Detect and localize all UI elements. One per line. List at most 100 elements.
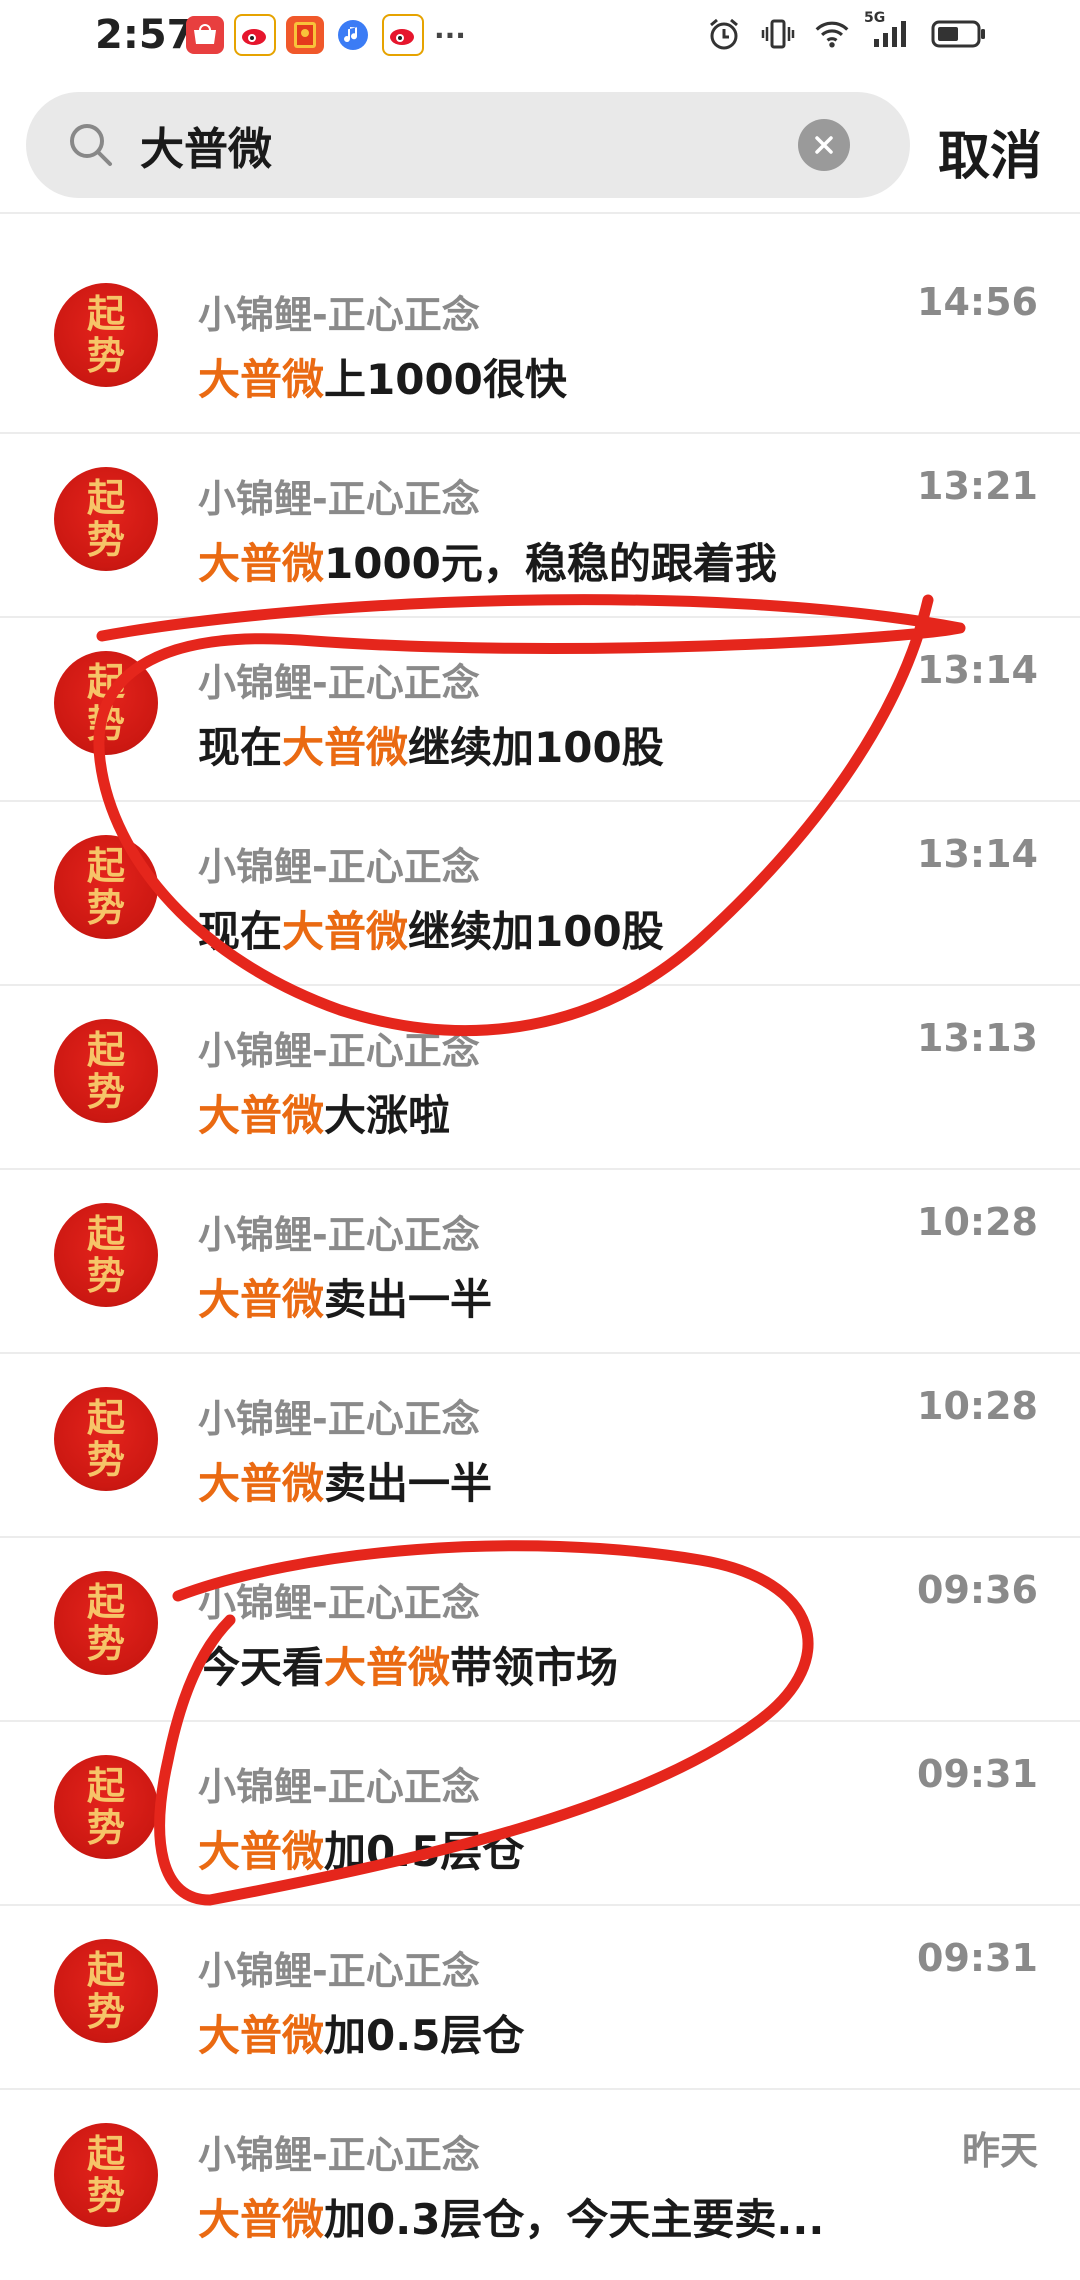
sender-name: 小锦鲤-正心正念 (198, 2133, 480, 2177)
avatar-text: 势 (86, 333, 125, 378)
avatar-text: 势 (86, 1253, 125, 1298)
list-item[interactable]: 起势 小锦鲤-正心正念 09:31 大普微加0.5层仓 (0, 1906, 1080, 2090)
list-item[interactable]: 起势 小锦鲤-正心正念 昨天 大普微加0.3层仓，今天主要卖... (0, 2090, 1080, 2274)
avatar-text: 起 (86, 1395, 125, 1440)
weibo-icon (234, 14, 276, 56)
avatar: 起势 (54, 467, 158, 571)
avatar-text: 起 (86, 1763, 125, 1808)
avatar-text: 起 (86, 1579, 125, 1624)
message-preview: 大普微卖出一半 (198, 1275, 493, 1324)
list-item[interactable]: 起势 小锦鲤-正心正念 13:13 大普微大涨啦 (0, 986, 1080, 1170)
list-item[interactable]: 起势 小锦鲤-正心正念 14:56 大普微上1000很快 (0, 250, 1080, 434)
vibrate-icon (760, 16, 796, 52)
keyword-highlight: 大普微 (282, 907, 409, 956)
keyword-highlight: 大普微 (198, 1827, 325, 1876)
message-preview: 大普微卖出一半 (198, 1459, 493, 1508)
avatar: 起势 (54, 651, 158, 755)
search-icon (66, 120, 116, 174)
sender-name: 小锦鲤-正心正念 (198, 845, 480, 889)
avatar-text: 起 (86, 1211, 125, 1256)
sender-name: 小锦鲤-正心正念 (198, 293, 480, 337)
avatar: 起势 (54, 1755, 158, 1859)
keyword-highlight: 大普微 (198, 1459, 325, 1508)
sender-name: 小锦鲤-正心正念 (198, 1765, 480, 1809)
message-time: 14:56 (917, 280, 1038, 324)
music-icon (334, 16, 372, 54)
avatar-text: 势 (86, 1989, 125, 2034)
message-time: 13:14 (917, 648, 1038, 692)
search-bar[interactable] (26, 92, 910, 198)
avatar-text: 起 (86, 1027, 125, 1072)
message-time: 13:13 (917, 1016, 1038, 1060)
list-item[interactable]: 起势 小锦鲤-正心正念 10:28 大普微卖出一半 (0, 1170, 1080, 1354)
keyword-highlight: 大普微 (198, 2195, 325, 2244)
avatar-text: 势 (86, 517, 125, 562)
search-input[interactable] (140, 114, 780, 176)
avatar-text: 势 (86, 701, 125, 746)
message-time: 13:14 (917, 832, 1038, 876)
red-envelope-icon (286, 16, 324, 54)
list-item[interactable]: 起势 小锦鲤-正心正念 13:14 现在大普微继续加100股 (0, 802, 1080, 986)
sender-name: 小锦鲤-正心正念 (198, 1397, 480, 1441)
avatar: 起势 (54, 1203, 158, 1307)
message-preview: 大普微1000元，稳稳的跟着我 (198, 539, 777, 588)
message-time: 09:36 (917, 1568, 1038, 1612)
message-time: 09:31 (917, 1936, 1038, 1980)
list-item[interactable]: 起势 小锦鲤-正心正念 09:36 今天看大普微带领市场 (0, 1538, 1080, 1722)
message-preview: 今天看大普微带领市场 (198, 1643, 619, 1692)
keyword-highlight: 大普微 (324, 1643, 451, 1692)
search-results-list: 起势 小锦鲤-正心正念 14:56 大普微上1000很快 起势 小锦鲤-正心正念… (0, 250, 1080, 2274)
message-preview: 现在大普微继续加100股 (198, 907, 664, 956)
avatar: 起势 (54, 1571, 158, 1675)
message-preview: 大普微上1000很快 (198, 355, 567, 404)
status-bar: 2:57 ··· 5G (0, 0, 1080, 76)
network-label: 5G (864, 10, 886, 26)
alarm-icon (706, 16, 742, 52)
avatar: 起势 (54, 1019, 158, 1123)
system-icons: 5G (706, 10, 988, 52)
avatar: 起势 (54, 283, 158, 387)
sender-name: 小锦鲤-正心正念 (198, 661, 480, 705)
divider (0, 212, 1080, 214)
list-item[interactable]: 起势 小锦鲤-正心正念 09:31 大普微加0.5层仓 (0, 1722, 1080, 1906)
message-preview: 大普微加0.5层仓 (198, 2011, 525, 2060)
avatar-text: 势 (86, 2173, 125, 2218)
clear-search-icon[interactable] (798, 119, 850, 171)
keyword-highlight: 大普微 (198, 539, 325, 588)
message-time: 13:21 (917, 464, 1038, 508)
sender-name: 小锦鲤-正心正念 (198, 1029, 480, 1073)
more-notifications-icon: ··· (434, 18, 466, 52)
avatar: 起势 (54, 835, 158, 939)
keyword-highlight: 大普微 (198, 2011, 325, 2060)
huawei-store-icon (186, 16, 224, 54)
message-preview: 大普微加0.5层仓 (198, 1827, 525, 1876)
avatar: 起势 (54, 1387, 158, 1491)
keyword-highlight: 大普微 (198, 355, 325, 404)
keyword-highlight: 大普微 (198, 1091, 325, 1140)
avatar-text: 势 (86, 1437, 125, 1482)
avatar-text: 势 (86, 1069, 125, 1114)
avatar-text: 起 (86, 1947, 125, 1992)
sender-name: 小锦鲤-正心正念 (198, 1213, 480, 1257)
avatar-text: 起 (86, 843, 125, 888)
message-time: 10:28 (917, 1200, 1038, 1244)
clock: 2:57 (95, 12, 195, 58)
avatar-text: 势 (86, 1621, 125, 1666)
message-preview: 现在大普微继续加100股 (198, 723, 664, 772)
list-item[interactable]: 起势 小锦鲤-正心正念 13:21 大普微1000元，稳稳的跟着我 (0, 434, 1080, 618)
avatar: 起势 (54, 1939, 158, 2043)
sender-name: 小锦鲤-正心正念 (198, 477, 480, 521)
list-item[interactable]: 起势 小锦鲤-正心正念 10:28 大普微卖出一半 (0, 1354, 1080, 1538)
avatar-text: 势 (86, 885, 125, 930)
avatar-text: 起 (86, 291, 125, 336)
wifi-icon (814, 16, 850, 52)
avatar-text: 势 (86, 1805, 125, 1850)
avatar-text: 起 (86, 659, 125, 704)
weibo-alt-icon (382, 14, 424, 56)
list-item[interactable]: 起势 小锦鲤-正心正念 13:14 现在大普微继续加100股 (0, 618, 1080, 802)
avatar-text: 起 (86, 475, 125, 520)
notification-icons: ··· (186, 14, 466, 56)
message-preview: 大普微大涨啦 (198, 1091, 451, 1140)
battery-icon (930, 16, 988, 52)
cancel-button[interactable]: 取消 (938, 114, 1042, 189)
